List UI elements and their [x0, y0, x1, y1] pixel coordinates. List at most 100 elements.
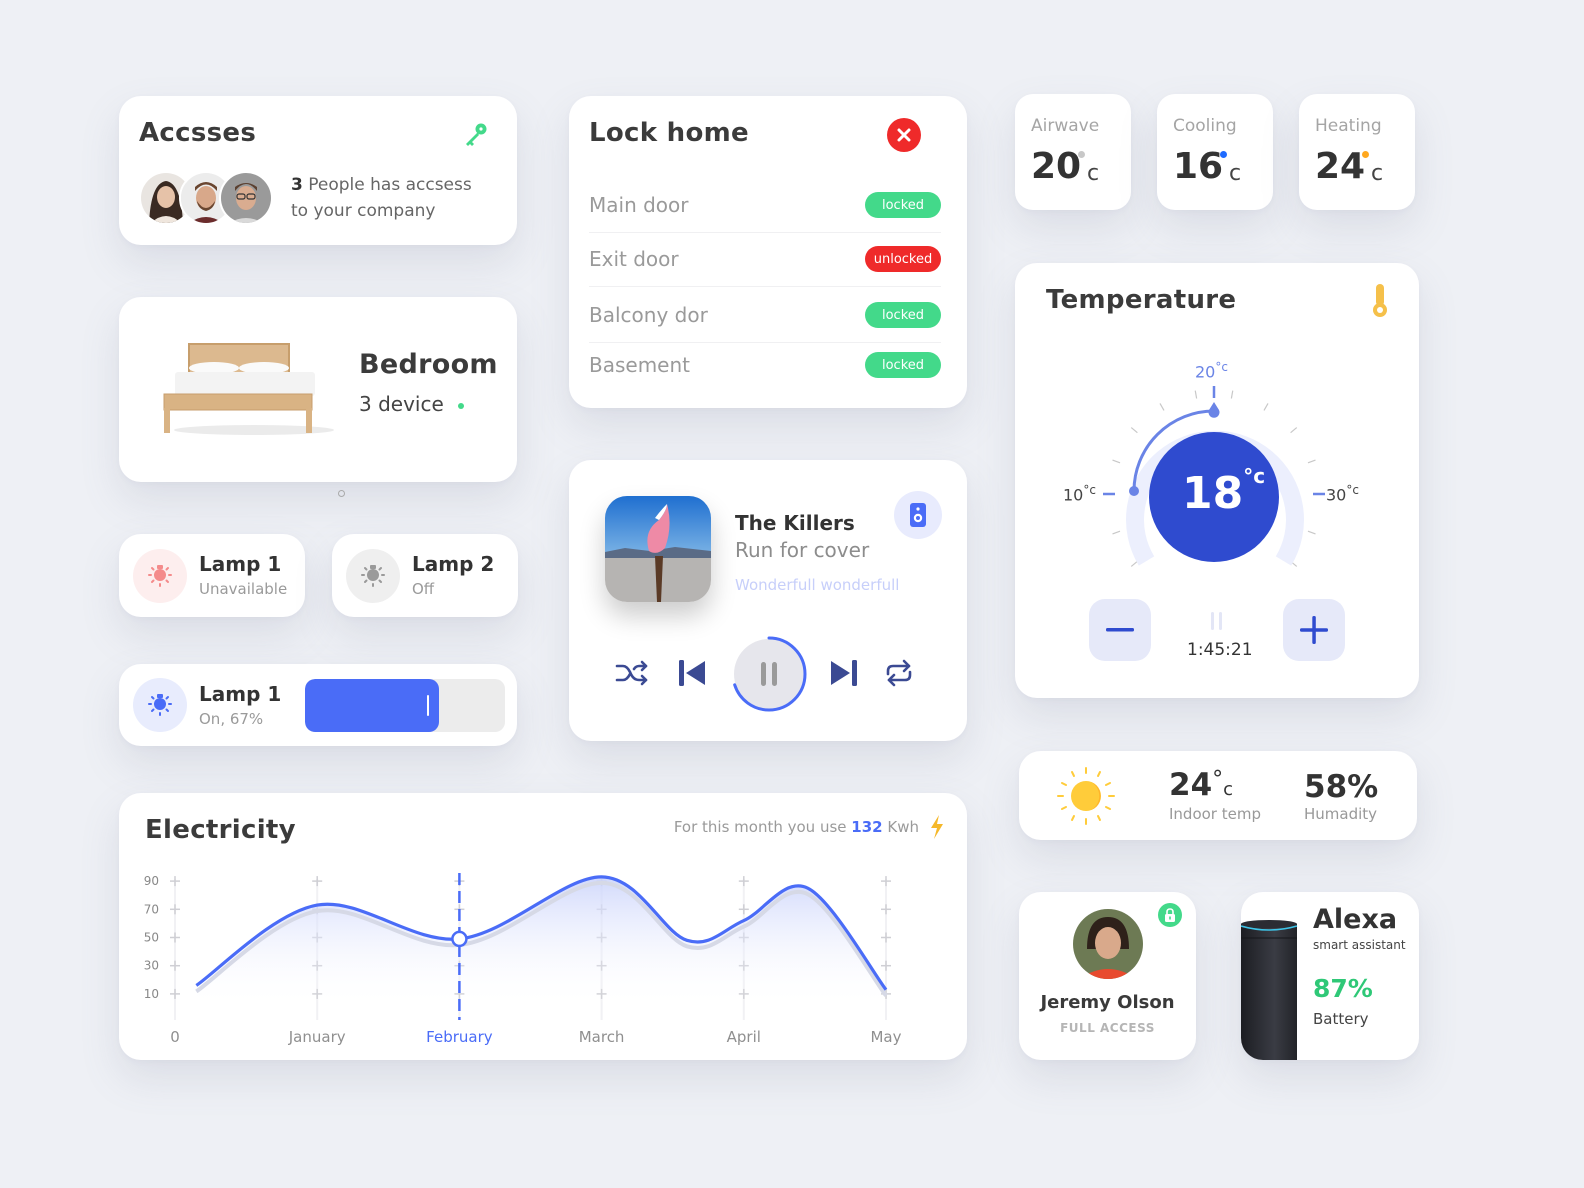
current-temperature-value: 18: [1182, 468, 1244, 519]
pause-icon[interactable]: [1210, 611, 1224, 635]
dial-tick: [1307, 530, 1316, 535]
door-name: Main door: [589, 193, 689, 217]
bedroom-title: Bedroom: [359, 349, 498, 380]
electricity-chart[interactable]: 10 30 50 70 90 0 January February March April May: [119, 793, 967, 1060]
increase-button[interactable]: [1283, 599, 1345, 661]
humidity-label: Humadity: [1304, 805, 1378, 823]
lamp-status: Off: [412, 580, 435, 598]
lock-status-toggle[interactable]: locked: [865, 352, 941, 378]
alexa-card[interactable]: Alexa smart assistant 87% Battery: [1241, 892, 1419, 1060]
door-name: Exit door: [589, 247, 679, 271]
song-title: Run for cover: [735, 538, 870, 562]
temperature-dial[interactable]: [1055, 348, 1375, 578]
bulb-icon: [145, 688, 175, 722]
lamp-status: On, 67%: [199, 710, 264, 728]
repeat-icon[interactable]: [883, 656, 915, 690]
indoor-climate-card: 24°c Indoor temp 58% Humadity: [1019, 751, 1417, 840]
heating-card[interactable]: Heating 24 c: [1299, 94, 1415, 210]
dial-tick: [1194, 390, 1198, 399]
dial-tick: [1112, 530, 1121, 535]
accesses-count: 3: [291, 175, 303, 195]
temperature-card: Temperature 18°c 20°c 10°c 30°c 1:45:21: [1015, 263, 1419, 698]
mode-label: Cooling: [1173, 116, 1237, 136]
lock-status-toggle[interactable]: locked: [865, 302, 941, 328]
close-icon[interactable]: [887, 118, 921, 152]
y-tick-label: 70: [144, 902, 159, 916]
lock-row: Main door locked: [589, 178, 941, 233]
lock-status-toggle[interactable]: unlocked: [865, 246, 941, 272]
cooling-card[interactable]: Cooling 16 c: [1157, 94, 1273, 210]
album-cover[interactable]: [605, 496, 711, 602]
bulb-icon: [145, 559, 175, 593]
y-tick-label: 50: [144, 931, 159, 945]
user-card[interactable]: Jeremy Olson FULL ACCESS: [1019, 892, 1196, 1060]
lock-row: Exit door unlocked: [589, 232, 941, 287]
min-temp-value: 10: [1063, 485, 1084, 505]
mode-value: 24: [1315, 146, 1366, 187]
max-temp-value: 30: [1326, 485, 1347, 505]
artist-name: The Killers: [735, 511, 855, 535]
lock-status-toggle[interactable]: locked: [865, 192, 941, 218]
next-icon[interactable]: [829, 658, 859, 688]
target-temp-label: 20°c: [1195, 360, 1228, 381]
dial-tick: [1130, 560, 1138, 567]
next-song[interactable]: Wonderfull wonderfull: [735, 576, 899, 594]
bedroom-device-count: 3 device: [359, 392, 444, 416]
accesses-description: 3 People has accsess to your company: [291, 172, 472, 224]
current-temperature-unit: °c: [1243, 464, 1266, 488]
status-dot: [458, 402, 465, 409]
lamp-name: Lamp 1: [199, 682, 282, 706]
lamp-icon-circle: [133, 549, 187, 603]
indoor-temp-label: Indoor temp: [1169, 805, 1261, 823]
lamp-card-on[interactable]: Lamp 1 On, 67%: [119, 664, 517, 746]
lock-home-card: Lock home Main door locked Exit door unlock…: [569, 96, 967, 408]
shuffle-icon[interactable]: [615, 658, 649, 688]
user-avatar[interactable]: [1073, 909, 1143, 979]
mode-label: Heating: [1315, 116, 1382, 136]
indoor-temp-unit: c: [1223, 779, 1234, 800]
lamp-icon-circle: [133, 678, 187, 732]
current-temperature: 18°c: [1182, 464, 1265, 519]
dial-tick: [1159, 403, 1165, 411]
x-tick-label: April: [727, 1028, 761, 1046]
x-tick-label: January: [288, 1028, 346, 1046]
lamp-card-off[interactable]: Lamp 2 Off: [332, 534, 518, 617]
x-tick-label: 0: [170, 1028, 180, 1046]
accesses-title: Accsses: [139, 118, 257, 148]
airwave-card[interactable]: Airwave 20 c: [1015, 94, 1131, 210]
pagination-dot[interactable]: [338, 490, 345, 497]
mode-value: 16: [1173, 146, 1224, 187]
max-temp-label: 30°c: [1326, 483, 1359, 504]
mode-unit: c: [1371, 161, 1384, 186]
x-tick-label: May: [870, 1028, 901, 1046]
speaker-icon[interactable]: [894, 491, 942, 539]
lock-row: Basement locked: [589, 338, 941, 392]
lamp-card-unavailable[interactable]: Lamp 1 Unavailable: [119, 534, 305, 617]
target-temp-unit: °c: [1215, 360, 1228, 374]
status-dot: [1220, 151, 1227, 158]
decrease-button[interactable]: [1089, 599, 1151, 661]
brightness-slider[interactable]: [305, 679, 505, 732]
mode-value: 20: [1031, 146, 1082, 187]
y-tick-label: 30: [144, 959, 159, 973]
lock-icon[interactable]: [1158, 903, 1182, 927]
bed-image: [159, 342, 339, 441]
thermometer-icon: [1370, 283, 1390, 323]
bedroom-card[interactable]: Bedroom 3 device: [119, 297, 517, 482]
dial-tick: [1230, 390, 1234, 399]
humidity-value: 58%: [1304, 769, 1379, 805]
pause-button[interactable]: [731, 636, 807, 712]
avatar[interactable]: [219, 171, 273, 225]
music-player-card: The Killers Run for cover Wonderfull won…: [569, 460, 967, 741]
key-icon[interactable]: [463, 122, 489, 152]
lock-home-title: Lock home: [589, 118, 749, 148]
dial-tick: [1112, 459, 1121, 464]
lamp-name: Lamp 1: [199, 552, 282, 576]
max-temp-unit: °c: [1346, 483, 1359, 497]
previous-icon[interactable]: [677, 658, 707, 688]
door-name: Basement: [589, 353, 691, 377]
door-name: Balcony dor: [589, 303, 708, 327]
status-dot: [1078, 151, 1085, 158]
lamp-status: Unavailable: [199, 580, 288, 598]
brightness-handle[interactable]: [427, 695, 429, 716]
